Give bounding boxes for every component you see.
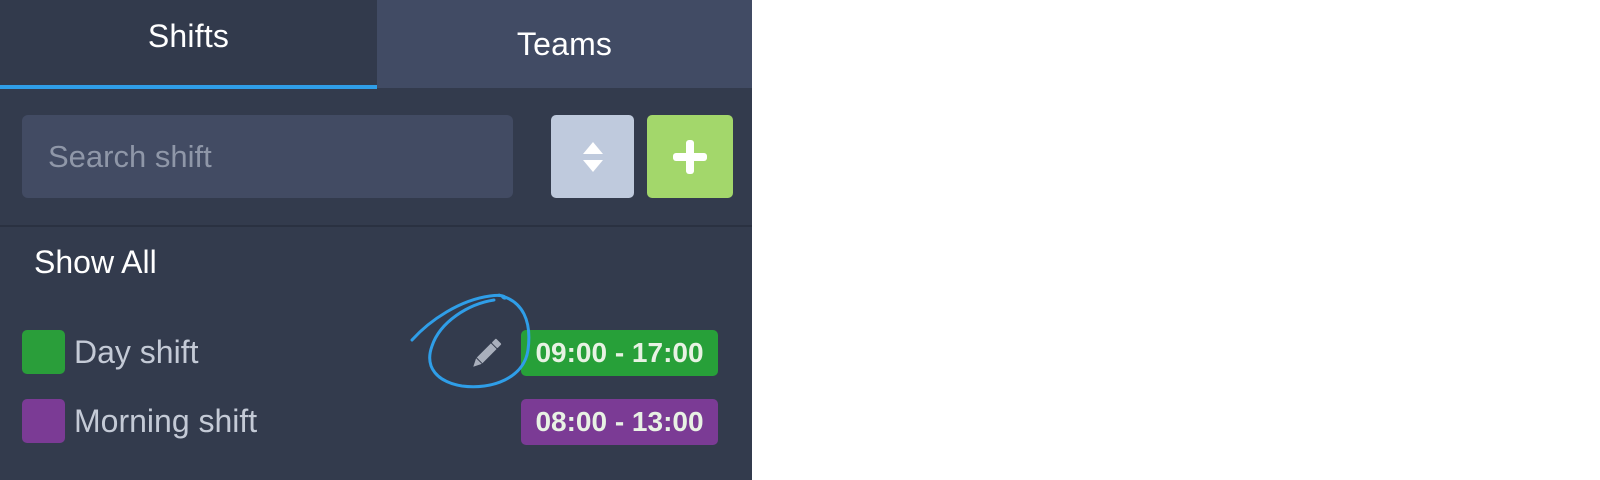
- shift-name: Day shift: [74, 334, 199, 370]
- tab-teams-label: Teams: [516, 25, 613, 62]
- show-all-filter[interactable]: Show All: [34, 244, 157, 281]
- list-item[interactable]: Day shift 09:00 - 17:00: [22, 330, 722, 376]
- tab-shifts[interactable]: Shifts: [0, 0, 377, 89]
- shift-color-swatch: [22, 330, 65, 374]
- tab-bar: Shifts Teams: [0, 0, 752, 89]
- tab-shifts-label: Shifts: [147, 18, 230, 54]
- shift-panel: Shifts Teams Show All Day shift 09:: [0, 0, 752, 480]
- tab-teams[interactable]: Teams: [377, 0, 752, 88]
- divider: [0, 225, 752, 227]
- add-shift-button[interactable]: [647, 115, 733, 198]
- pencil-icon[interactable]: [466, 334, 506, 374]
- search-input[interactable]: [22, 115, 513, 198]
- shift-name: Morning shift: [74, 403, 258, 439]
- plus-icon: [673, 139, 707, 174]
- sort-updown-icon: [582, 141, 603, 172]
- sort-button[interactable]: [551, 115, 634, 198]
- shift-time-badge: 08:00 - 13:00: [521, 399, 718, 445]
- shift-time-badge: 09:00 - 17:00: [521, 330, 718, 376]
- list-item[interactable]: Morning shift 08:00 - 13:00: [22, 399, 722, 445]
- shift-color-swatch: [22, 399, 65, 443]
